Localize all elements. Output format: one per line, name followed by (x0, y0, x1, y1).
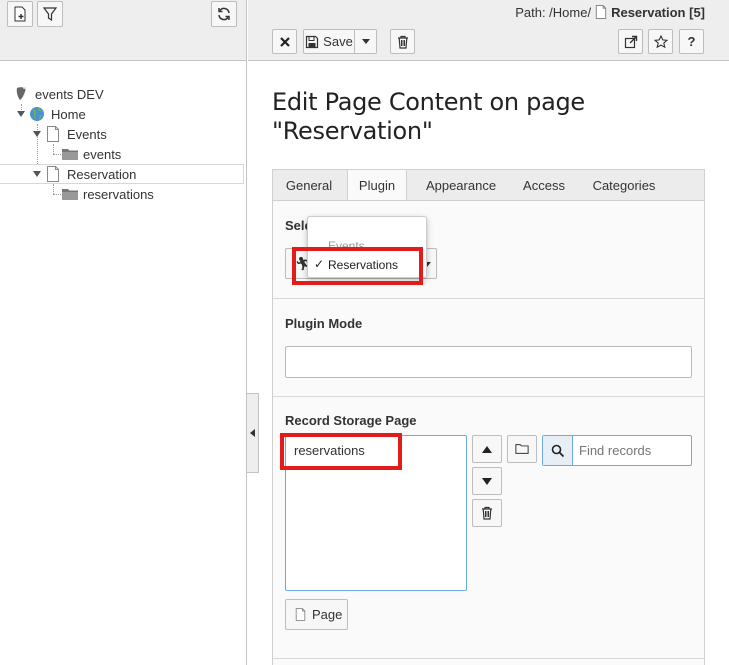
breadcrumb: Path: /Home/ Reservation [5] (515, 4, 705, 20)
tab-general[interactable]: General (273, 170, 345, 202)
move-down-button[interactable] (472, 467, 502, 495)
tree-node-home[interactable]: Home (0, 104, 244, 124)
search-icon (551, 444, 564, 457)
tree-node-label: Reservation (67, 166, 137, 182)
tab-appearance[interactable]: Appearance (413, 170, 509, 202)
save-button-label: Save (323, 34, 353, 49)
page-icon (295, 608, 306, 621)
highlight-box (280, 433, 402, 470)
save-button[interactable]: Save (303, 29, 355, 54)
module-header: Path: /Home/ Reservation [5] Save ? (248, 0, 729, 61)
external-link-icon (624, 35, 637, 48)
page-tree-panel: events DEV Home Events events Reservatio… (0, 0, 247, 665)
arrow-up-icon (482, 445, 492, 453)
tree-node-label: Events (67, 126, 107, 142)
tree-toolbar (0, 0, 246, 61)
trash-icon (482, 506, 492, 520)
tab-access[interactable]: Access (513, 170, 575, 202)
folder-icon (62, 189, 78, 200)
bookmark-button[interactable] (648, 29, 673, 54)
highlight-box (292, 247, 423, 285)
new-page-icon (14, 6, 26, 22)
collapse-triangle-icon[interactable] (17, 111, 25, 117)
remove-item-button[interactable] (472, 499, 502, 527)
save-dropdown-toggle[interactable] (355, 29, 377, 54)
tree-node-reservations-folder[interactable]: reservations (0, 184, 244, 204)
move-up-button[interactable] (472, 435, 502, 463)
save-icon (306, 35, 319, 48)
collapse-triangle-icon[interactable] (33, 131, 41, 137)
browse-records-button[interactable] (507, 435, 537, 463)
folder-icon (62, 149, 78, 160)
add-page-button[interactable]: Page (285, 599, 348, 630)
tab-plugin[interactable]: Plugin (347, 170, 407, 203)
tree-node-events-folder[interactable]: events (0, 144, 244, 164)
delete-button[interactable] (390, 29, 415, 54)
tree-node-label: Home (51, 106, 86, 122)
tree-node-reservation[interactable]: Reservation (0, 164, 244, 184)
tree-node-label: reservations (83, 186, 154, 202)
page-icon (47, 126, 59, 142)
star-icon (653, 34, 668, 48)
tree-node-events[interactable]: Events (0, 124, 244, 144)
trash-icon (397, 35, 408, 49)
find-records-input[interactable] (574, 436, 690, 465)
tree-root-label: events DEV (35, 86, 104, 102)
collapse-tree-handle[interactable] (247, 393, 259, 473)
help-icon: ? (687, 34, 696, 49)
typo3-logo-icon (16, 87, 27, 100)
filter-button[interactable] (37, 1, 63, 27)
open-new-window-button[interactable] (618, 29, 643, 54)
chevron-left-icon (250, 429, 255, 437)
plugin-mode-input[interactable] (285, 346, 692, 378)
record-storage-label: Record Storage Page (285, 413, 417, 428)
breadcrumb-path[interactable]: Path: /Home/ (515, 5, 591, 20)
globe-icon (30, 107, 44, 121)
close-icon (279, 36, 290, 47)
refresh-icon (218, 7, 230, 21)
page-title: Edit Page Content on page "Reservation" (272, 88, 585, 145)
add-page-button-label: Page (312, 607, 343, 622)
tab-categories[interactable]: Categories (579, 170, 669, 202)
page-icon (47, 166, 59, 182)
caret-down-icon (361, 39, 370, 44)
close-button[interactable] (272, 29, 297, 54)
help-button[interactable]: ? (679, 29, 704, 54)
plugin-mode-section: Plugin Mode (273, 299, 704, 397)
search-icon-wrap (543, 436, 573, 465)
find-records-group (542, 435, 692, 466)
folder-open-icon (515, 444, 529, 454)
breadcrumb-current: Reservation [5] (611, 4, 705, 20)
tree-root[interactable]: events DEV (0, 84, 244, 104)
arrow-down-icon (482, 477, 492, 485)
tab-bar: General Plugin Appearance Access Categor… (272, 169, 705, 203)
refresh-button[interactable] (211, 1, 237, 27)
collapse-triangle-icon[interactable] (33, 171, 41, 177)
filter-icon (42, 7, 58, 22)
tree-node-label: events (83, 146, 122, 162)
page-icon (595, 5, 607, 19)
plugin-mode-label: Plugin Mode (285, 316, 363, 331)
new-page-button[interactable] (7, 1, 33, 27)
